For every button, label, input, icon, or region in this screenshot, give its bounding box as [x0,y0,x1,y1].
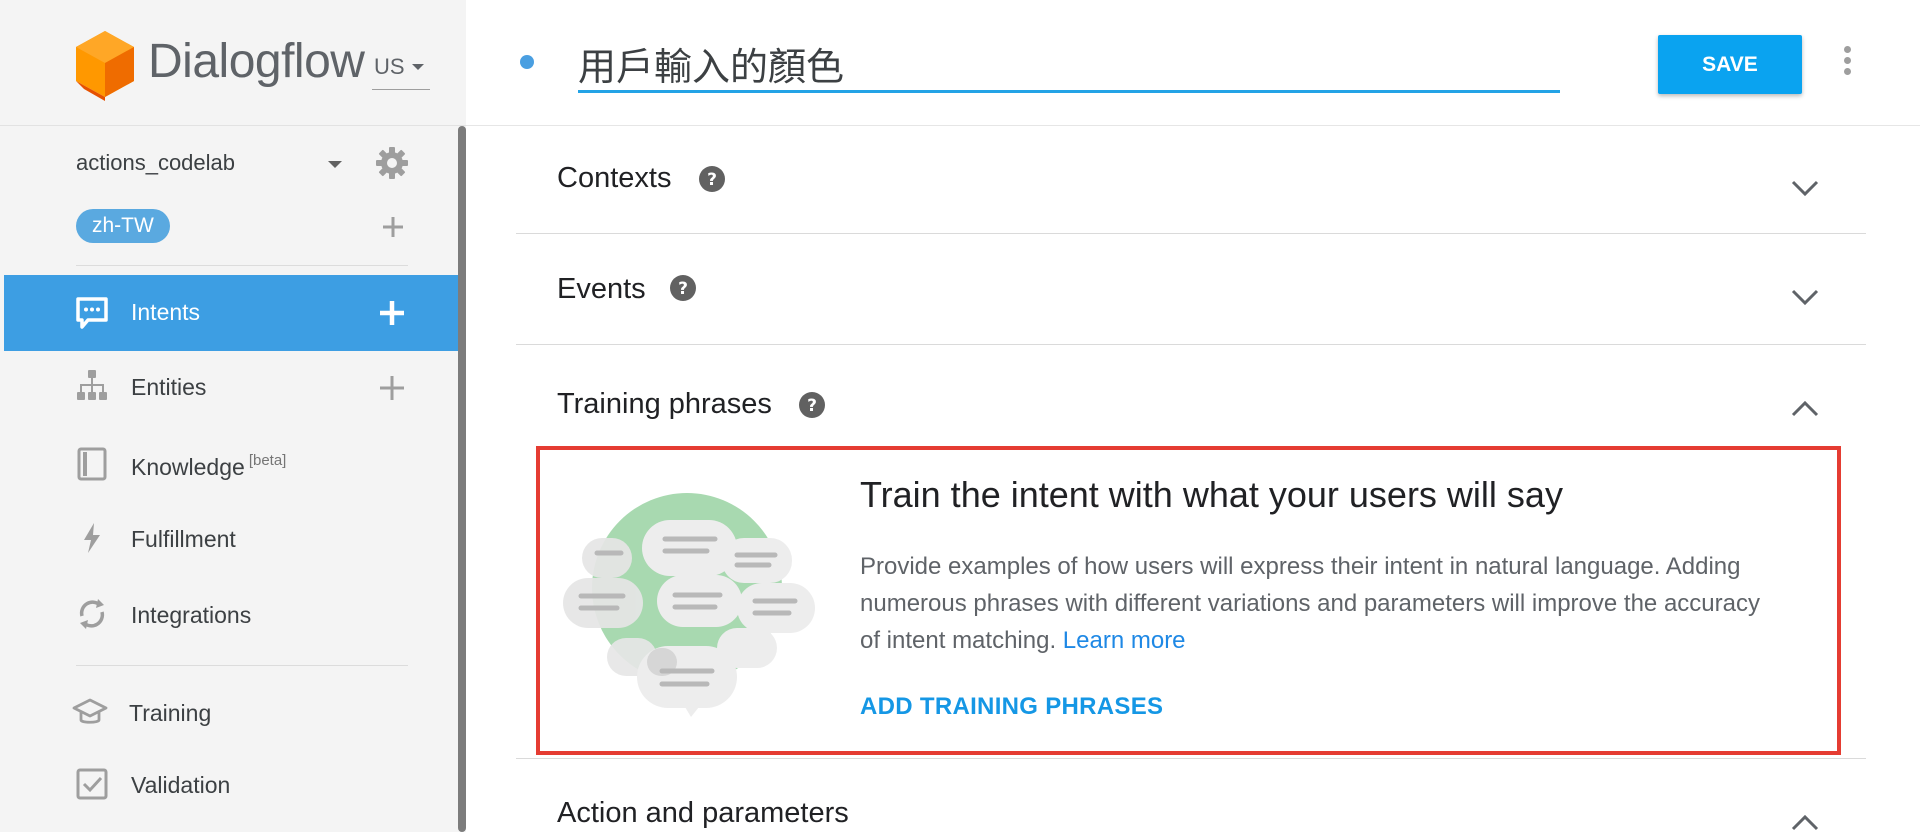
region-selector[interactable]: US [372,50,430,90]
sidebar-item-label: Entities [131,374,207,400]
sidebar-item-validation[interactable]: Validation [0,754,460,814]
sidebar-divider [76,265,408,266]
sidebar-item-entities[interactable]: Entities [0,358,460,418]
sidebar-item-label: Knowledge [beta] [131,452,286,481]
sidebar-item-integrations[interactable]: Integrations [0,586,460,646]
sidebar-item-fulfillment[interactable]: Fulfillment [0,510,460,570]
book-icon [77,447,107,481]
chat-bubbles-illustration [563,493,815,717]
sidebar-item-label: Integrations [131,602,252,628]
agent-selector[interactable]: actions_codelab [76,150,235,176]
graduation-cap-icon [72,698,108,724]
section-title: Action and parameters [557,797,849,829]
section-events[interactable]: Events ? [516,234,1866,345]
chat-bubble-icon [76,297,108,329]
check-box-icon [76,768,108,800]
description-text: Provide examples of how users will expre… [860,553,1760,654]
save-label: SAVE [1702,53,1758,76]
chevron-up-icon[interactable] [1787,397,1823,421]
help-icon[interactable]: ? [698,165,726,193]
sidebar-item-training[interactable]: Training [0,682,460,742]
brand-header: Dialogflow US [0,0,466,126]
sidebar-item-label: Intents [131,299,201,325]
add-entity-icon[interactable] [376,372,408,404]
save-button[interactable]: SAVE [1658,35,1802,94]
add-training-phrases-button[interactable]: ADD TRAINING PHRASES [860,693,1163,721]
svg-text:?: ? [678,279,688,299]
region-value: US [374,54,405,79]
chevron-down-icon [412,64,424,70]
agent-dropdown-icon[interactable] [328,161,342,168]
sidebar-item-knowledge[interactable]: Knowledge [beta] [0,434,460,494]
help-icon[interactable]: ? [798,391,826,419]
status-dot [520,55,534,69]
sync-icon [79,599,105,629]
training-card-description: Provide examples of how users will expre… [860,548,1780,659]
sidebar: Dialogflow US actions_codelab zh-TW Inte… [0,0,466,832]
svg-text:?: ? [707,170,717,190]
intent-name-field[interactable]: 用戶輸入的顏色 [578,28,1560,93]
svg-text:?: ? [807,396,817,416]
training-card-heading: Train the intent with what your users wi… [860,474,1563,515]
beta-badge: [beta] [248,452,287,469]
intent-name-value: 用戶輸入的顏色 [578,45,845,89]
intent-header: 用戶輸入的顏色 SAVE [466,0,1920,126]
section-contexts[interactable]: Contexts ? [516,126,1866,234]
sidebar-item-label: Training [129,700,212,726]
sidebar-scrollbar[interactable] [458,126,466,832]
lightning-icon [84,523,100,553]
chevron-up-icon[interactable] [1787,811,1823,832]
hierarchy-icon [77,370,107,400]
language-chip[interactable]: zh-TW [76,209,170,243]
knowledge-label: Knowledge [131,454,245,480]
more-options-icon[interactable] [1840,46,1854,78]
gear-icon[interactable] [374,145,410,181]
section-title[interactable]: Training phrases [557,388,772,421]
section-title: Events [557,273,646,305]
section-title: Contexts [557,162,672,194]
sidebar-item-label: Fulfillment [131,526,236,552]
sidebar-item-label: Validation [131,772,231,798]
chevron-down-icon[interactable] [1787,176,1823,200]
chevron-down-icon[interactable] [1787,285,1823,309]
learn-more-link[interactable]: Learn more [1063,627,1186,654]
app-name: Dialogflow [148,35,365,88]
add-language-icon[interactable] [378,212,408,242]
sidebar-item-intents[interactable]: Intents [4,275,458,351]
help-icon[interactable]: ? [669,274,697,302]
add-intent-icon[interactable] [376,297,408,329]
dialogflow-logo-icon [76,31,134,101]
sidebar-divider [76,665,408,666]
training-phrases-empty-state: Train the intent with what your users wi… [536,446,1841,755]
section-action-parameters[interactable]: Action and parameters [516,759,1866,832]
